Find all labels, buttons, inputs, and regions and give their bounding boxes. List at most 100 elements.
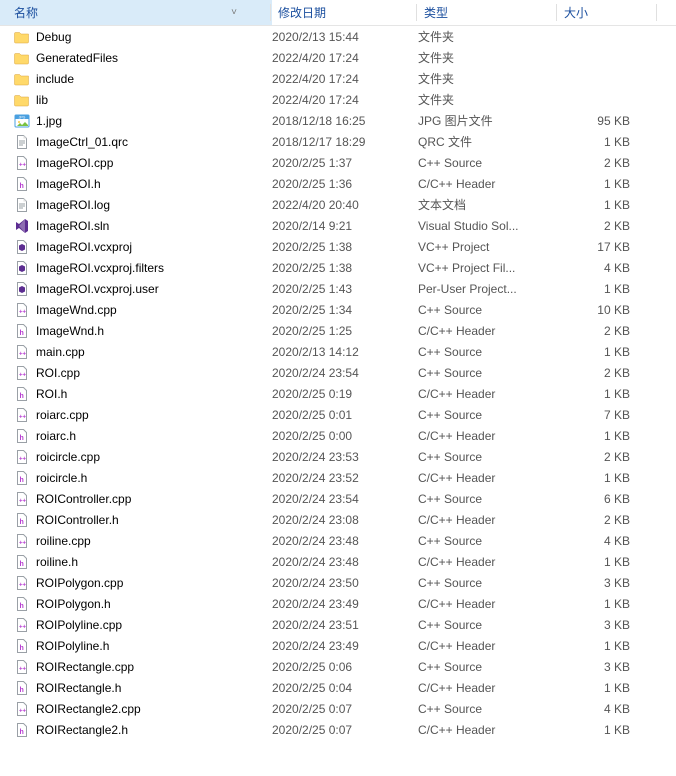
file-name-label: ImageCtrl_01.qrc (36, 135, 128, 149)
file-row[interactable]: hROIRectangle2.h2020/2/25 0:07C/C++ Head… (0, 719, 676, 740)
file-row[interactable]: ImageROI.sln2020/2/14 9:21Visual Studio … (0, 215, 676, 236)
file-size-cell: 3 KB (558, 660, 638, 674)
file-type-cell: C/C++ Header (418, 324, 558, 338)
file-date-cell: 2020/2/25 1:38 (272, 261, 418, 275)
file-row[interactable]: ++roiarc.cpp2020/2/25 0:01C++ Source7 KB (0, 404, 676, 425)
file-row[interactable]: ++ROIPolygon.cpp2020/2/24 23:50C++ Sourc… (0, 572, 676, 593)
column-separator[interactable] (556, 4, 557, 21)
folder-icon (14, 29, 30, 45)
column-header-size[interactable]: 大小 (558, 0, 658, 25)
file-row[interactable]: ImageCtrl_01.qrc2018/12/17 18:29QRC 文件1 … (0, 131, 676, 152)
file-name-label: ImageWnd.h (36, 324, 104, 338)
file-row[interactable]: hImageROI.h2020/2/25 1:36C/C++ Header1 K… (0, 173, 676, 194)
svg-text:h: h (20, 645, 24, 652)
file-name-label: Debug (36, 30, 71, 44)
file-size-cell: 6 KB (558, 492, 638, 506)
file-row[interactable]: ++ImageROI.cpp2020/2/25 1:37C++ Source2 … (0, 152, 676, 173)
column-header-name[interactable]: 名称 ˅ (0, 0, 272, 25)
file-row[interactable]: ImageROI.log2022/4/20 20:40文本文档1 KB (0, 194, 676, 215)
file-row[interactable]: hroiarc.h2020/2/25 0:00C/C++ Header1 KB (0, 425, 676, 446)
file-row[interactable]: ++ROIController.cpp2020/2/24 23:54C++ So… (0, 488, 676, 509)
file-type-cell: C/C++ Header (418, 513, 558, 527)
file-name-cell: ImageROI.sln (14, 218, 272, 234)
cpp-icon: ++ (14, 155, 30, 171)
svg-text:++: ++ (19, 162, 27, 168)
file-name-label: roiarc.cpp (36, 408, 89, 422)
file-row[interactable]: hROIController.h2020/2/24 23:08C/C++ Hea… (0, 509, 676, 530)
file-size-cell: 3 KB (558, 576, 638, 590)
file-name-label: roiline.h (36, 555, 78, 569)
file-name-cell: ++ main.cpp (14, 344, 272, 360)
svg-text:h: h (20, 603, 24, 610)
column-separator[interactable] (656, 4, 657, 21)
file-row[interactable]: JPG1.jpg2018/12/18 16:25JPG 图片文件95 KB (0, 110, 676, 131)
file-name-cell: ++roiline.cpp (14, 533, 272, 549)
file-name-label: roiline.cpp (36, 534, 91, 548)
file-name-label: main.cpp (36, 345, 85, 359)
file-name-cell: hImageWnd.h (14, 323, 272, 339)
file-date-cell: 2020/2/24 23:54 (272, 492, 418, 506)
file-type-cell: C++ Source (418, 450, 558, 464)
column-header-type[interactable]: 类型 (418, 0, 558, 25)
file-size-cell: 1 KB (558, 723, 638, 737)
file-row[interactable]: hROI.h2020/2/25 0:19C/C++ Header1 KB (0, 383, 676, 404)
file-size-cell: 3 KB (558, 618, 638, 632)
file-row[interactable]: hroicircle.h2020/2/24 23:52C/C++ Header1… (0, 467, 676, 488)
vcx-icon (14, 239, 30, 255)
file-row[interactable]: ++ImageWnd.cpp2020/2/25 1:34C++ Source10… (0, 299, 676, 320)
file-name-label: ImageROI.cpp (36, 156, 113, 170)
file-row[interactable]: ++ROI.cpp2020/2/24 23:54C++ Source2 KB (0, 362, 676, 383)
file-name-label: lib (36, 93, 48, 107)
file-name-cell: ImageROI.vcxproj (14, 239, 272, 255)
file-row[interactable]: ++ROIRectangle.cpp2020/2/25 0:06C++ Sour… (0, 656, 676, 677)
column-separator[interactable] (416, 4, 417, 21)
file-type-cell: Visual Studio Sol... (418, 219, 558, 233)
file-row[interactable]: hROIPolygon.h2020/2/24 23:49C/C++ Header… (0, 593, 676, 614)
file-date-cell: 2020/2/24 23:51 (272, 618, 418, 632)
file-name-label: ImageROI.vcxproj.user (36, 282, 159, 296)
cpp-icon: ++ (14, 344, 30, 360)
file-row[interactable]: ImageROI.vcxproj2020/2/25 1:38VC++ Proje… (0, 236, 676, 257)
file-date-cell: 2020/2/25 1:43 (272, 282, 418, 296)
cpp-icon: ++ (14, 617, 30, 633)
file-row[interactable]: ImageROI.vcxproj.user2020/2/25 1:43Per-U… (0, 278, 676, 299)
file-row[interactable]: Debug2020/2/13 15:44文件夹 (0, 26, 676, 47)
file-date-cell: 2020/2/24 23:49 (272, 597, 418, 611)
svg-text:h: h (20, 477, 24, 484)
file-date-cell: 2020/2/25 0:06 (272, 660, 418, 674)
file-size-cell: 2 KB (558, 450, 638, 464)
file-row[interactable]: hROIRectangle.h2020/2/25 0:04C/C++ Heade… (0, 677, 676, 698)
file-date-cell: 2020/2/24 23:50 (272, 576, 418, 590)
file-date-cell: 2020/2/25 0:07 (272, 702, 418, 716)
file-row[interactable]: hImageWnd.h2020/2/25 1:25C/C++ Header2 K… (0, 320, 676, 341)
file-row[interactable]: include2022/4/20 17:24文件夹 (0, 68, 676, 89)
file-row[interactable]: lib2022/4/20 17:24文件夹 (0, 89, 676, 110)
file-size-cell: 1 KB (558, 135, 638, 149)
file-row[interactable]: GeneratedFiles2022/4/20 17:24文件夹 (0, 47, 676, 68)
vcx-icon (14, 260, 30, 276)
file-row[interactable]: ++roiline.cpp2020/2/24 23:48C++ Source4 … (0, 530, 676, 551)
file-row[interactable]: ++roicircle.cpp2020/2/24 23:53C++ Source… (0, 446, 676, 467)
file-type-cell: C++ Source (418, 576, 558, 590)
file-row[interactable]: ImageROI.vcxproj.filters2020/2/25 1:38VC… (0, 257, 676, 278)
file-date-cell: 2022/4/20 17:24 (272, 93, 418, 107)
file-size-cell: 1 KB (558, 282, 638, 296)
file-row[interactable]: hroiline.h2020/2/24 23:48C/C++ Header1 K… (0, 551, 676, 572)
file-date-cell: 2018/12/18 16:25 (272, 114, 418, 128)
svg-text:++: ++ (19, 582, 27, 588)
file-name-label: ROIRectangle.h (36, 681, 121, 695)
svg-text:h: h (20, 435, 24, 442)
file-name-label: ROI.cpp (36, 366, 80, 380)
file-size-cell: 2 KB (558, 219, 638, 233)
file-size-cell: 10 KB (558, 303, 638, 317)
file-row[interactable]: ++ROIRectangle2.cpp2020/2/25 0:07C++ Sou… (0, 698, 676, 719)
file-type-cell: C++ Source (418, 408, 558, 422)
file-name-label: ROIPolygon.h (36, 597, 111, 611)
svg-text:++: ++ (19, 624, 27, 630)
column-header-type-label: 类型 (424, 4, 448, 21)
column-header-date[interactable]: 修改日期 (272, 0, 418, 25)
file-row[interactable]: hROIPolyline.h2020/2/24 23:49C/C++ Heade… (0, 635, 676, 656)
file-row[interactable]: ++main.cpp2020/2/13 14:12C++ Source1 KB (0, 341, 676, 362)
file-row[interactable]: ++ROIPolyline.cpp2020/2/24 23:51C++ Sour… (0, 614, 676, 635)
column-separator[interactable] (270, 4, 271, 21)
